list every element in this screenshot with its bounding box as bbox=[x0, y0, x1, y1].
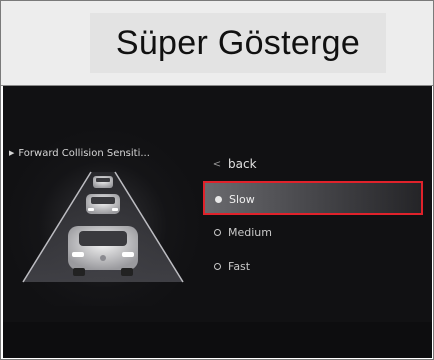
option-fast-label: Fast bbox=[228, 259, 251, 273]
forward-collision-illustration bbox=[22, 171, 184, 283]
car-far-icon bbox=[93, 176, 113, 188]
infotainment-screen: ▶ Forward Collision Sensiti... < back Sl… bbox=[3, 86, 432, 358]
header: Süper Gösterge bbox=[1, 1, 433, 86]
selection-highlight-box bbox=[203, 181, 423, 215]
bottom-band bbox=[3, 322, 432, 358]
page-title: Süper Gösterge bbox=[115, 23, 361, 62]
options-menu: < back Slow Medium Fast bbox=[203, 86, 432, 358]
car-middle-icon bbox=[86, 194, 120, 214]
section-title: ▶ Forward Collision Sensiti... bbox=[9, 148, 199, 159]
radio-icon bbox=[213, 262, 221, 270]
section-title-text: Forward Collision Sensiti... bbox=[18, 148, 150, 159]
radio-icon bbox=[213, 228, 221, 236]
option-medium[interactable]: Medium bbox=[203, 218, 425, 246]
triangle-right-icon: ▶ bbox=[9, 149, 15, 157]
back-label: back bbox=[228, 157, 257, 171]
option-fast[interactable]: Fast bbox=[203, 252, 425, 280]
car-near-icon bbox=[68, 226, 138, 276]
chevron-left-icon: < bbox=[212, 158, 222, 170]
back-button[interactable]: < back bbox=[203, 150, 425, 178]
title-box: Süper Gösterge bbox=[90, 13, 386, 73]
option-medium-label: Medium bbox=[228, 225, 272, 239]
